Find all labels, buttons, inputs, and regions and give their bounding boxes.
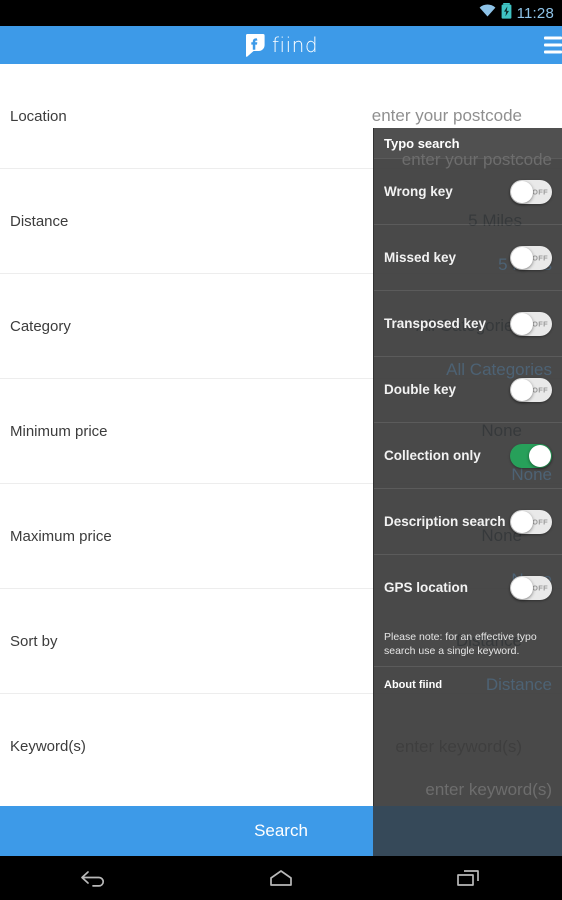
app-screen: 11:28 fiind Location enter your postcode xyxy=(0,0,562,900)
search-button-label: Search xyxy=(254,821,308,840)
drawer-row-collection-only[interactable]: Collection only xyxy=(374,422,562,488)
toggle-knob xyxy=(511,378,533,401)
search-button-drawer-overlay xyxy=(373,806,562,856)
form-label-maximum-price: Maximum price xyxy=(10,527,112,545)
drawer-row-missed-key[interactable]: Missed key OFF xyxy=(374,224,562,290)
toggle-double-key[interactable]: OFF xyxy=(510,377,552,402)
toggle-knob xyxy=(511,246,533,269)
toggle-gps-location[interactable]: OFF xyxy=(510,575,552,600)
toggle-knob xyxy=(511,510,533,533)
wifi-icon xyxy=(479,4,496,22)
typo-search-drawer: Typo search enter your postcode 5 Miles … xyxy=(373,128,562,870)
home-icon[interactable] xyxy=(251,858,311,898)
drawer-label-double-key: Double key xyxy=(384,382,457,397)
recent-apps-icon[interactable] xyxy=(438,858,498,898)
toggle-knob xyxy=(511,576,533,599)
form-label-minimum-price: Minimum price xyxy=(10,422,108,440)
toggle-knob xyxy=(529,444,551,467)
form-label-distance: Distance xyxy=(10,212,69,230)
toggle-missed-key[interactable]: OFF xyxy=(510,245,552,270)
toggle-state-label: OFF xyxy=(532,253,548,262)
toggle-state-label: OFF xyxy=(532,385,548,394)
toggle-description-search[interactable]: OFF xyxy=(510,509,552,534)
form-value-location[interactable]: enter your postcode xyxy=(372,106,522,126)
android-nav-bar xyxy=(0,856,562,900)
app-title: fiind xyxy=(271,33,319,57)
drawer-label-gps-location: GPS location xyxy=(384,580,469,595)
about-fiind-link[interactable]: About fiind xyxy=(374,666,562,703)
app-bar: fiind xyxy=(0,26,562,64)
drawer-note: Please note: for an effective typo searc… xyxy=(384,631,537,658)
toggle-knob xyxy=(511,312,533,335)
toggle-wrong-key[interactable]: OFF xyxy=(510,179,552,204)
drawer-header: Typo search xyxy=(374,128,562,158)
toggle-collection-only[interactable] xyxy=(510,443,552,468)
toggle-state-label: OFF xyxy=(532,517,548,526)
status-bar-time: 11:28 xyxy=(516,4,554,22)
app-logo: fiind xyxy=(244,32,318,58)
hamburger-menu-icon[interactable] xyxy=(544,36,562,54)
drawer-row-gps-location[interactable]: GPS location OFF xyxy=(374,554,562,620)
status-bar: 11:28 xyxy=(0,0,562,26)
toggle-state-label: OFF xyxy=(532,187,548,196)
back-arrow-icon[interactable] xyxy=(64,858,124,898)
toggle-knob xyxy=(511,180,533,203)
toggle-state-label: OFF xyxy=(532,583,548,592)
drawer-label-collection-only: Collection only xyxy=(384,448,481,463)
drawer-row-transposed-key[interactable]: Transposed key OFF xyxy=(374,290,562,356)
drawer-label-wrong-key: Wrong key xyxy=(384,184,453,199)
drawer-row-description-search[interactable]: Description search OFF xyxy=(374,488,562,554)
content-area: Location enter your postcode Distance 5 … xyxy=(0,64,562,870)
toggle-transposed-key[interactable]: OFF xyxy=(510,311,552,336)
form-label-location: Location xyxy=(10,107,67,125)
form-label-category: Category xyxy=(10,317,71,335)
fiind-pin-logo-icon xyxy=(244,32,266,58)
drawer-row-double-key[interactable]: Double key OFF xyxy=(374,356,562,422)
drawer-label-missed-key: Missed key xyxy=(384,250,457,265)
toggle-state-label: OFF xyxy=(532,319,548,328)
bleed-keywords-value: enter keyword(s) xyxy=(425,780,552,799)
form-label-sort-by: Sort by xyxy=(10,632,58,650)
battery-charging-icon xyxy=(501,2,512,24)
drawer-label-transposed-key: Transposed key xyxy=(384,316,487,331)
drawer-label-description-search: Description search xyxy=(384,514,506,529)
form-label-keywords: Keyword(s) xyxy=(10,738,86,755)
drawer-row-wrong-key[interactable]: Wrong key OFF xyxy=(374,158,562,224)
drawer-title: Typo search xyxy=(384,135,460,151)
